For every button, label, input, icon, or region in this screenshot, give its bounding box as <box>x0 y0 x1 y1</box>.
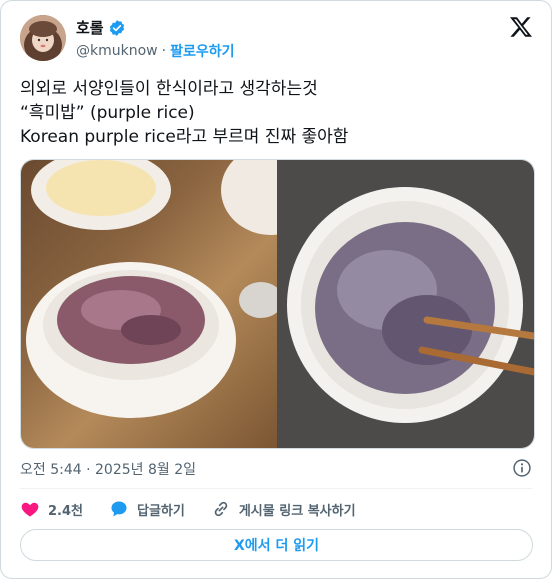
copy-link-button[interactable]: 게시물 링크 복사하기 <box>211 499 356 519</box>
photo-rice-bowl-with-chopsticks[interactable] <box>277 160 534 448</box>
action-bar: 2.4천 답글하기 게시물 링크 복사하기 <box>20 498 382 520</box>
author-display-name[interactable]: 호롤 <box>76 17 104 38</box>
reply-button[interactable]: 답글하기 <box>109 499 185 519</box>
reply-bubble-icon <box>111 501 127 517</box>
media-grid <box>20 159 535 449</box>
tweet-timestamp[interactable]: 오전 5:44 · 2025년 8월 2일 <box>20 459 196 479</box>
like-button[interactable]: 2.4천 <box>20 499 83 519</box>
author-handle-row: @kmuknow · 팔로우하기 <box>76 41 234 61</box>
photo-rice-bowl-on-table-drawing <box>26 160 321 418</box>
link-icon <box>214 501 228 517</box>
photo-rice-bowl-on-table[interactable] <box>21 160 321 448</box>
verified-badge-icon <box>109 19 124 36</box>
read-more-on-x-button[interactable]: X에서 더 읽기 <box>20 529 533 561</box>
tweet-line-3: Korean purple rice라고 부르며 진짜 좋아함 <box>20 127 349 147</box>
divider <box>20 488 532 489</box>
like-count: 2.4천 <box>48 503 83 519</box>
separator-dot: · <box>161 43 167 59</box>
info-icon[interactable] <box>512 458 532 478</box>
x-logo-icon[interactable] <box>509 15 533 39</box>
tweet-line-2: “흑미밥” (purple rice) <box>20 103 195 123</box>
avatar-image <box>20 15 66 61</box>
tweet-text: 의외로 서양인들이 한식이라고 생각하는것 “흑미밥” (purple rice… <box>20 77 535 149</box>
copy-link-label: 게시물 링크 복사하기 <box>238 503 356 519</box>
author-handle[interactable]: @kmuknow <box>76 43 158 59</box>
read-more-label: X에서 더 읽기 <box>234 538 319 554</box>
author-name-row[interactable]: 호롤 <box>76 17 126 38</box>
tweet-line-1: 의외로 서양인들이 한식이라고 생각하는것 <box>20 79 318 99</box>
tweet-card: 호롤 @kmuknow · 팔로우하기 의외로 서양인들이 한식이라고 생각하는… <box>0 0 552 579</box>
reply-label: 답글하기 <box>137 503 185 519</box>
heart-icon <box>21 502 39 517</box>
avatar[interactable] <box>20 15 66 61</box>
photo-rice-bowl-with-chopsticks-drawing <box>287 187 534 423</box>
follow-button[interactable]: 팔로우하기 <box>170 41 234 61</box>
